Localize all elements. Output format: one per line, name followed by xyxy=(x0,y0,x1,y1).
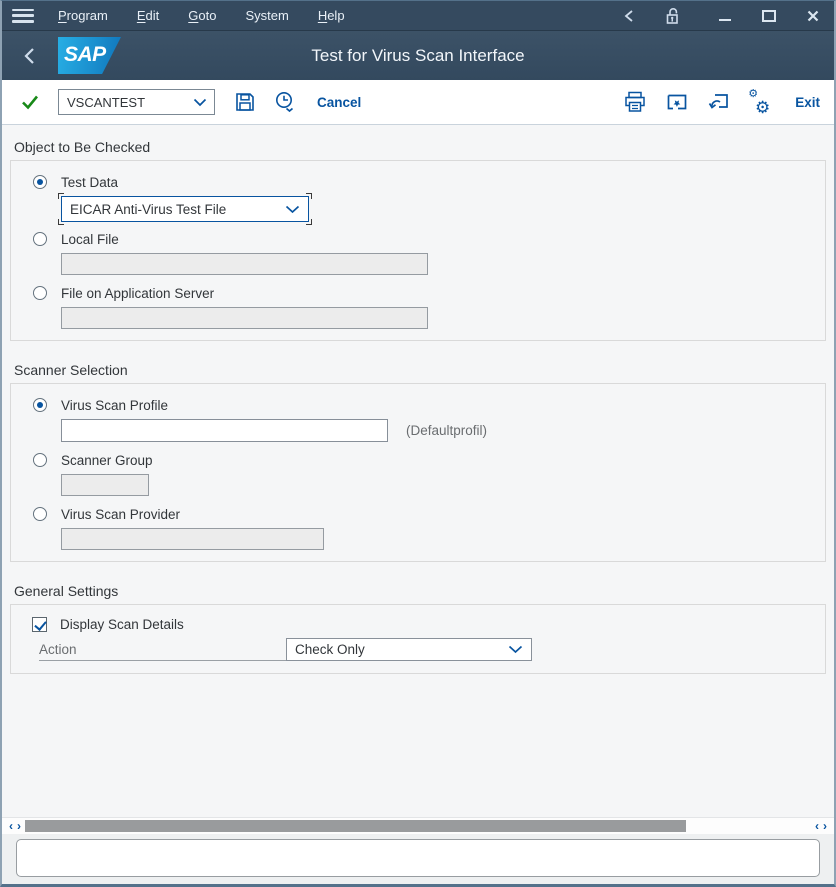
create-shortcut-icon[interactable] xyxy=(663,88,691,116)
title-bar: Test for Virus Scan Interface SAP xyxy=(2,31,834,80)
exit-link[interactable]: Exit xyxy=(795,95,820,110)
cancel-link[interactable]: Cancel xyxy=(317,95,361,110)
section-title: Object to Be Checked xyxy=(10,139,826,160)
command-field-value: VSCANTEST xyxy=(59,95,193,110)
radio-virus-scan-provider[interactable] xyxy=(33,507,47,521)
action-row: Action Check Only xyxy=(33,638,811,661)
collapse-header-icon[interactable] xyxy=(618,6,640,26)
section-general-settings: General Settings Display Scan Details Ac… xyxy=(2,583,834,674)
group-box: Display Scan Details Action Check Only xyxy=(10,604,826,674)
close-button[interactable] xyxy=(802,6,824,26)
horizontal-scrollbar: ‹ › ‹ › xyxy=(2,817,834,834)
radio-virus-scan-profile[interactable] xyxy=(33,398,47,412)
status-message-field[interactable] xyxy=(16,839,820,877)
display-scan-details-checkbox[interactable] xyxy=(32,617,47,632)
new-session-icon[interactable] xyxy=(705,88,733,116)
radio-row-virus-scan-provider[interactable]: Virus Scan Provider xyxy=(33,503,811,525)
test-data-select-value: EICAR Anti-Virus Test File xyxy=(62,202,285,217)
section-title: General Settings xyxy=(10,583,826,604)
section-title: Scanner Selection xyxy=(10,362,826,383)
app-server-file-input[interactable] xyxy=(61,307,428,329)
menu-item-system[interactable]: System xyxy=(239,6,294,25)
radio-local-file[interactable] xyxy=(33,232,47,246)
radio-label[interactable]: File on Application Server xyxy=(61,286,214,301)
action-label-cell: Action xyxy=(39,638,286,661)
focus-frame: EICAR Anti-Virus Test File xyxy=(61,196,309,222)
radio-label[interactable]: Virus Scan Provider xyxy=(61,507,180,522)
unlocked-padlock-icon[interactable] xyxy=(662,6,684,26)
scroll-right-icon[interactable]: › xyxy=(17,820,21,832)
scroll-left-icon[interactable]: ‹ xyxy=(815,820,819,832)
radio-file-on-app-server[interactable] xyxy=(33,286,47,300)
radio-row-test-data[interactable]: Test Data xyxy=(33,171,811,193)
virus-scan-provider-input[interactable] xyxy=(61,528,324,550)
menu-item-goto[interactable]: Goto xyxy=(182,6,222,25)
scroll-left-icon[interactable]: ‹ xyxy=(9,820,13,832)
menu-bar: Program Edit Goto System Help xyxy=(2,1,834,31)
radio-row-virus-scan-profile[interactable]: Virus Scan Profile xyxy=(33,394,811,416)
scrollbar-thumb[interactable] xyxy=(25,820,686,832)
scrollbar-track[interactable] xyxy=(25,820,811,832)
test-data-select[interactable]: EICAR Anti-Virus Test File xyxy=(61,196,309,222)
section-object-to-be-checked: Object to Be Checked Test Data EICAR Ant… xyxy=(2,139,834,341)
action-label: Action xyxy=(39,642,77,657)
radio-label[interactable]: Scanner Group xyxy=(61,453,153,468)
application-toolbar: VSCANTEST Cancel xyxy=(2,80,834,125)
checkbox-label[interactable]: Display Scan Details xyxy=(60,617,184,632)
checkbox-row-display-scan-details[interactable]: Display Scan Details xyxy=(33,615,811,633)
status-bar-area xyxy=(2,834,834,884)
radio-label[interactable]: Test Data xyxy=(61,175,118,190)
response-time-clock-icon[interactable] xyxy=(271,88,299,116)
group-box: Test Data EICAR Anti-Virus Test File xyxy=(10,160,826,341)
maximize-button[interactable] xyxy=(758,6,780,26)
radio-row-scanner-group[interactable]: Scanner Group xyxy=(33,449,811,471)
enter-check-icon[interactable] xyxy=(16,88,44,116)
back-button[interactable] xyxy=(16,43,42,69)
radio-row-app-server[interactable]: File on Application Server xyxy=(33,282,811,304)
screen-content: Object to Be Checked Test Data EICAR Ant… xyxy=(2,125,834,817)
page-title: Test for Virus Scan Interface xyxy=(2,46,834,66)
save-icon[interactable] xyxy=(231,88,259,116)
print-icon[interactable] xyxy=(621,88,649,116)
local-file-input[interactable] xyxy=(61,253,428,275)
chevron-down-icon xyxy=(508,645,531,654)
default-profile-hint: (Defaultprofil) xyxy=(406,423,487,438)
scanner-group-input[interactable] xyxy=(61,474,149,496)
radio-row-local-file[interactable]: Local File xyxy=(33,228,811,250)
scroll-right-icon[interactable]: › xyxy=(823,820,827,832)
command-field-combobox[interactable]: VSCANTEST xyxy=(58,89,215,115)
minimize-button[interactable] xyxy=(714,6,736,26)
chevron-down-icon xyxy=(285,205,308,214)
radio-label[interactable]: Local File xyxy=(61,232,119,247)
sap-logo: SAP xyxy=(58,37,121,74)
radio-test-data[interactable] xyxy=(33,175,47,189)
hamburger-menu-icon[interactable] xyxy=(12,9,34,23)
settings-gears-icon[interactable]: ⚙⚙ xyxy=(747,90,771,114)
menu-item-edit[interactable]: Edit xyxy=(131,6,165,25)
radio-scanner-group[interactable] xyxy=(33,453,47,467)
action-select-value: Check Only xyxy=(287,642,508,657)
chevron-down-icon xyxy=(193,98,214,107)
group-box: Virus Scan Profile (Defaultprofil) Scann… xyxy=(10,383,826,562)
menu-item-help[interactable]: Help xyxy=(312,6,351,25)
menu-item-program[interactable]: Program xyxy=(52,6,114,25)
sap-gui-window: Program Edit Goto System Help xyxy=(0,0,836,887)
virus-scan-profile-input[interactable] xyxy=(61,419,388,442)
section-scanner-selection: Scanner Selection Virus Scan Profile (De… xyxy=(2,362,834,562)
action-select[interactable]: Check Only xyxy=(286,638,532,661)
radio-label[interactable]: Virus Scan Profile xyxy=(61,398,168,413)
